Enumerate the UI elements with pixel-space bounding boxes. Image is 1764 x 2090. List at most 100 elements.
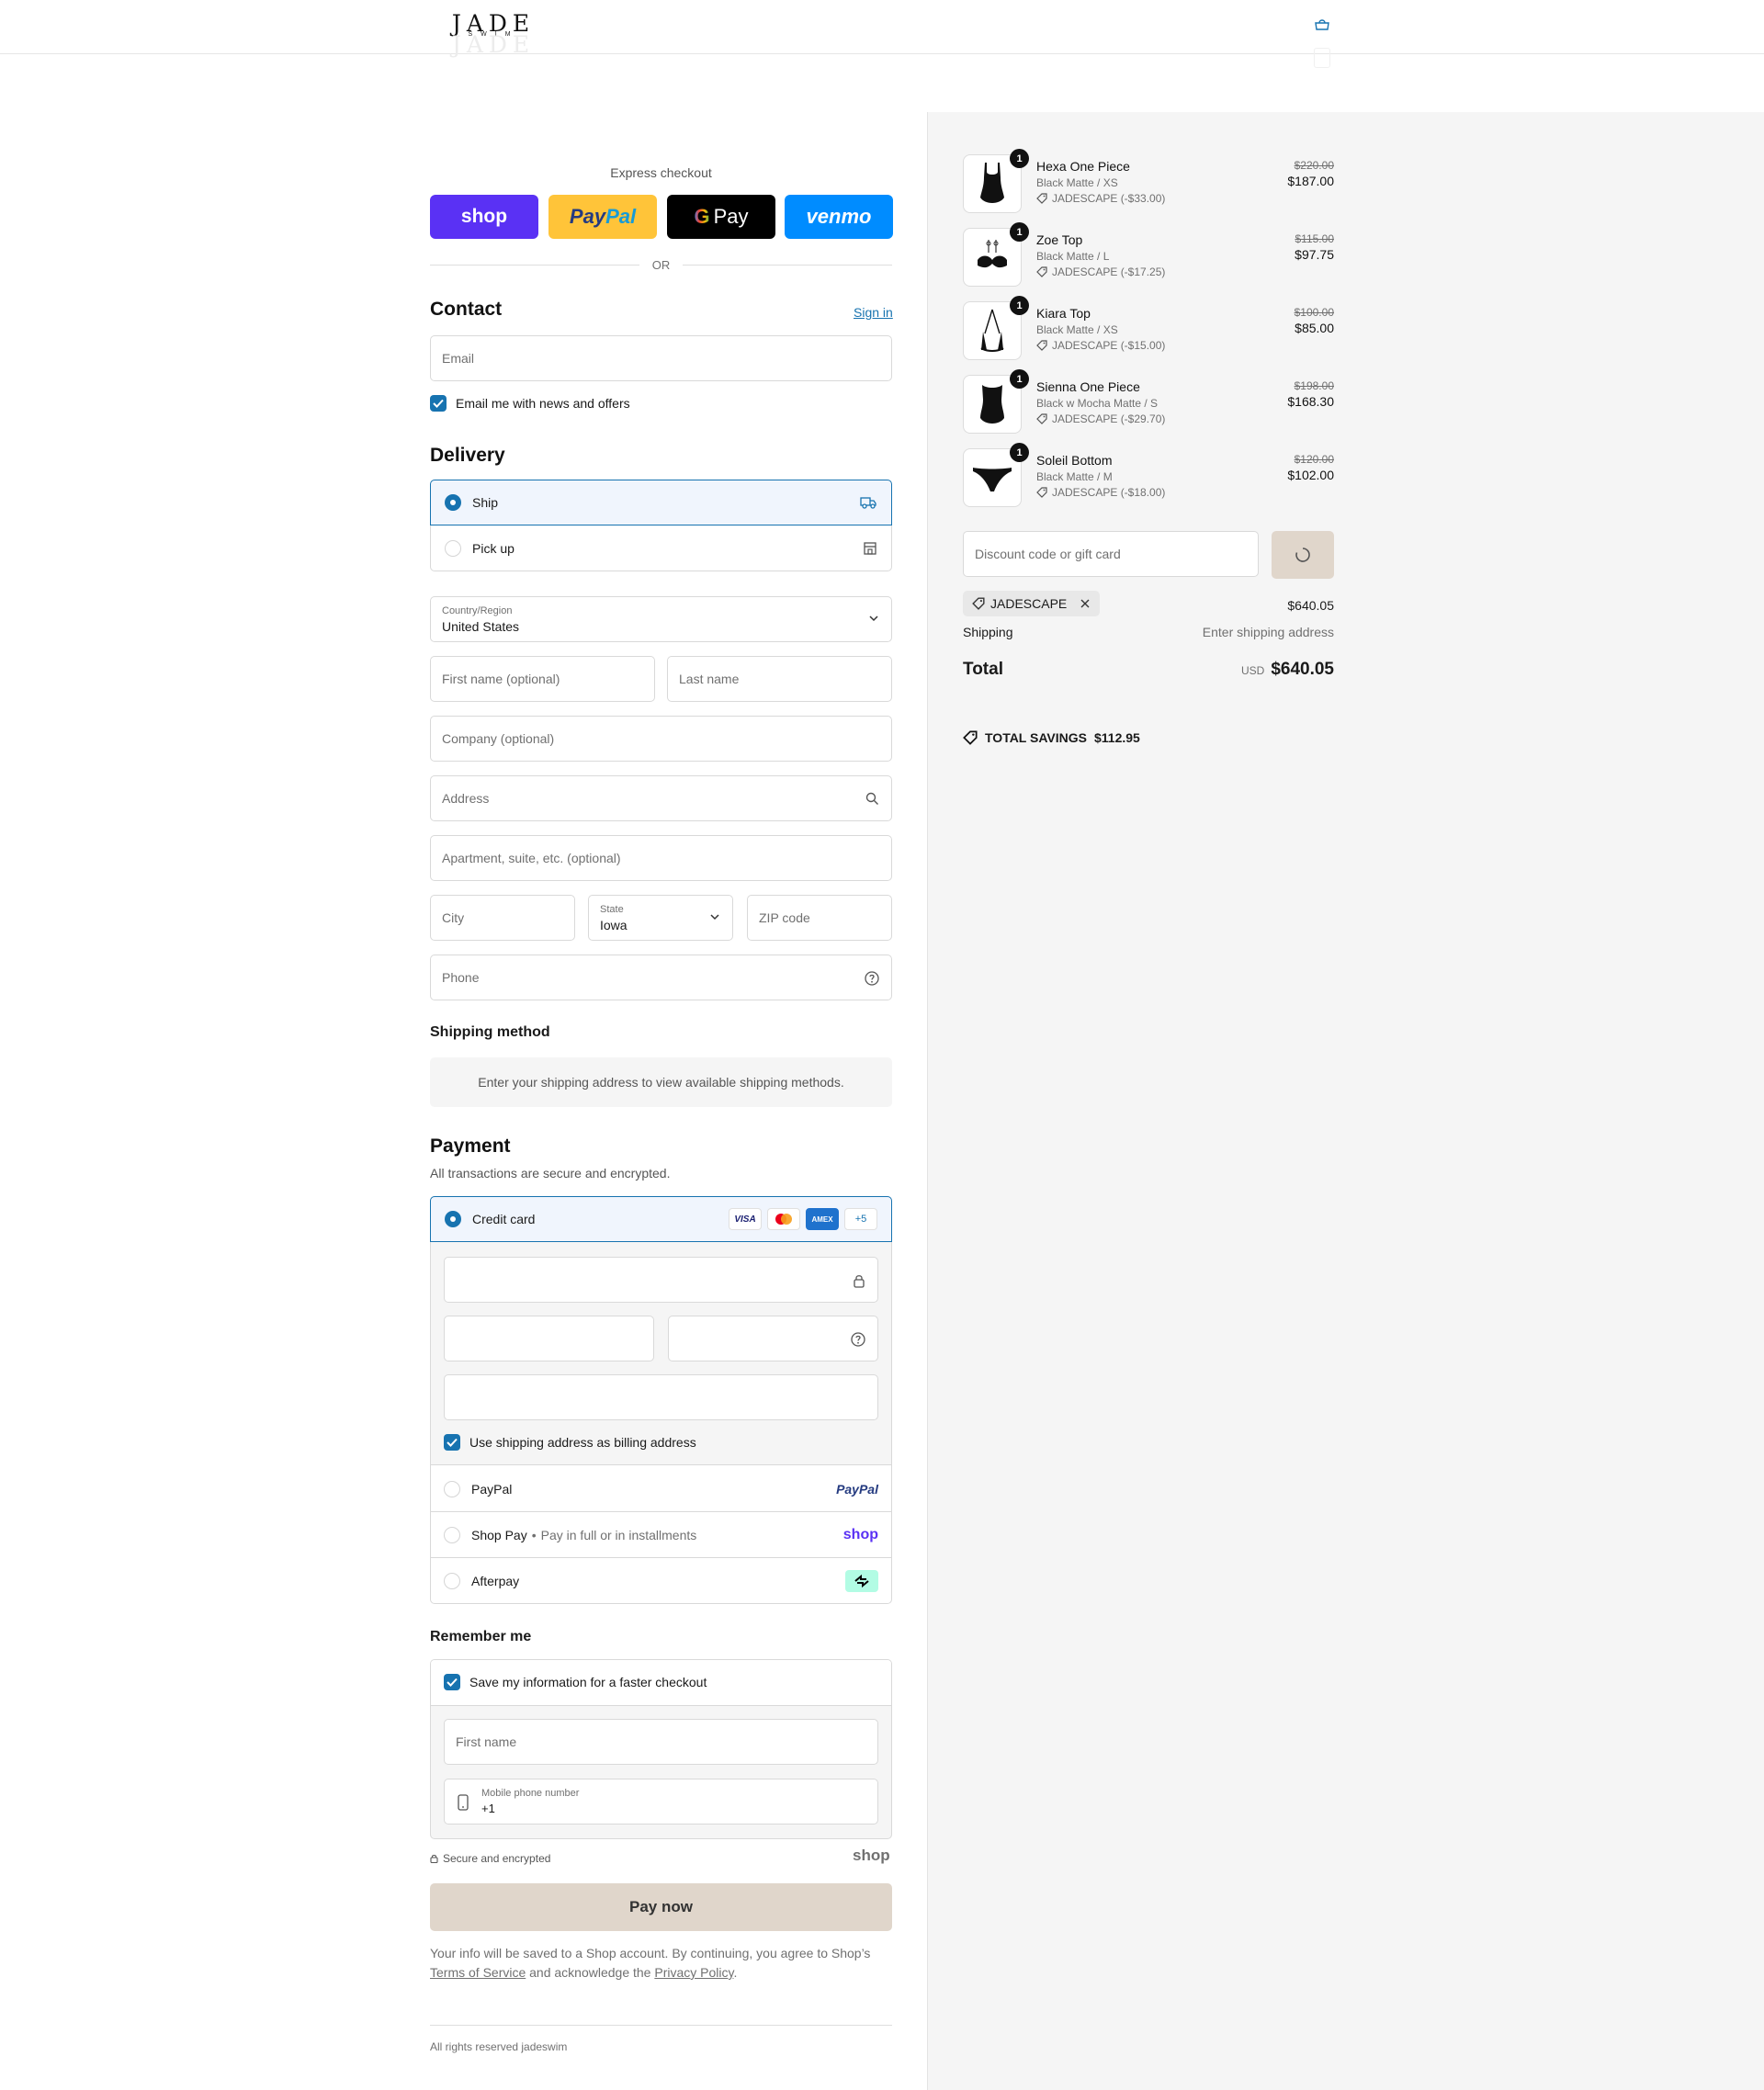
total-value: $640.05 <box>1271 660 1334 679</box>
terms-of-service-link[interactable]: Terms of Service <box>430 1965 526 1980</box>
country-value: United States <box>442 619 520 634</box>
mobile-phone-field[interactable]: Mobile phone number +1 <box>444 1779 878 1825</box>
card-name-field[interactable] <box>444 1374 878 1420</box>
tag-icon <box>1036 487 1047 498</box>
ship-option[interactable]: Ship <box>430 480 892 525</box>
quantity-badge: 1 <box>1010 149 1029 168</box>
credit-card-label: Credit card <box>472 1212 536 1226</box>
email-field[interactable]: Email <box>430 335 892 381</box>
help-circle-icon[interactable] <box>851 1332 865 1347</box>
cart-item: 1 Kiara Top Black Matte / XS JADESCAPE (… <box>963 296 1334 364</box>
state-select[interactable]: State Iowa <box>588 895 733 941</box>
google-g-icon: G <box>694 205 710 228</box>
quantity-badge: 1 <box>1010 296 1029 315</box>
paypal-label: PayPal <box>471 1481 513 1497</box>
email-placeholder: Email <box>442 351 475 366</box>
ship-label: Ship <box>472 495 499 510</box>
zip-field[interactable]: ZIP code <box>747 895 892 941</box>
savings-label: TOTAL SAVINGS <box>985 730 1087 745</box>
state-value: Iowa <box>600 918 628 932</box>
apartment-placeholder: Apartment, suite, etc. (optional) <box>442 851 621 865</box>
last-name-field[interactable]: Last name <box>667 656 892 702</box>
apartment-field[interactable]: Apartment, suite, etc. (optional) <box>430 835 892 881</box>
news-offers-row[interactable]: Email me with news and offers <box>430 395 630 412</box>
privacy-policy-link[interactable]: Privacy Policy <box>654 1965 733 1980</box>
pay-now-button[interactable]: Pay now <box>430 1883 892 1931</box>
pay-now-label: Pay now <box>629 1898 693 1915</box>
pickup-radio[interactable] <box>445 539 461 557</box>
site-header: JADE SWIM JADE <box>0 0 1764 68</box>
country-select[interactable]: Country/Region United States <box>430 596 892 642</box>
item-discount-text: JADESCAPE (-$29.70) <box>1052 412 1166 425</box>
news-checkbox[interactable] <box>430 395 447 412</box>
paypal-logo-icon: PayPal <box>569 205 637 228</box>
first-name-placeholder: First name (optional) <box>442 672 560 686</box>
paypal-express-button[interactable]: PayPal <box>548 195 657 239</box>
shipping-method-notice: Enter your shipping address to view avai… <box>430 1057 892 1107</box>
sign-in-link[interactable]: Sign in <box>854 305 893 320</box>
billing-same-row[interactable]: Use shipping address as billing address <box>444 1434 696 1451</box>
company-field[interactable]: Company (optional) <box>430 716 892 762</box>
venmo-logo-icon: venmo <box>806 205 872 228</box>
discount-code-field[interactable]: Discount code or gift card <box>963 531 1259 577</box>
phone-field[interactable]: Phone <box>430 955 892 1000</box>
shop-pay-express-button[interactable]: shop <box>430 195 538 239</box>
mobile-label: Mobile phone number <box>481 1788 580 1799</box>
secure-label: Secure and encrypted <box>443 1852 551 1865</box>
help-circle-icon[interactable] <box>865 971 879 986</box>
ship-radio[interactable] <box>445 494 461 511</box>
or-label: OR <box>651 257 671 272</box>
item-discount-text: JADESCAPE (-$15.00) <box>1052 339 1166 352</box>
quantity-badge: 1 <box>1010 222 1029 242</box>
item-name: Kiara Top <box>1036 306 1091 321</box>
item-variant: Black w Mocha Matte / S <box>1036 397 1159 410</box>
item-price: $85.00 <box>1295 321 1334 335</box>
remember-first-name-field[interactable]: First name <box>444 1719 878 1765</box>
save-info-checkbox[interactable] <box>444 1674 460 1690</box>
billing-same-checkbox[interactable] <box>444 1434 460 1451</box>
chevron-down-icon <box>710 914 719 921</box>
item-name: Soleil Bottom <box>1036 453 1113 468</box>
first-name-field[interactable]: First name (optional) <box>430 656 655 702</box>
pickup-option[interactable]: Pick up <box>430 525 892 571</box>
last-name-placeholder: Last name <box>679 672 740 686</box>
paypal-radio[interactable] <box>444 1480 460 1497</box>
item-name: Sienna One Piece <box>1036 379 1140 394</box>
item-original-price: $100.00 <box>1294 306 1334 319</box>
halter-top-icon <box>980 309 1004 352</box>
item-original-price: $198.00 <box>1294 379 1334 392</box>
apply-discount-button[interactable] <box>1272 531 1334 579</box>
shop-pay-option[interactable]: Shop Pay • Pay in full or in installment… <box>430 1512 892 1558</box>
tag-icon <box>1036 413 1047 424</box>
address-field[interactable]: Address <box>430 775 892 821</box>
afterpay-option[interactable]: Afterpay <box>430 1558 892 1604</box>
save-info-row[interactable]: Save my information for a faster checkou… <box>444 1674 707 1690</box>
mastercard-icon <box>767 1208 800 1230</box>
credit-card-radio[interactable] <box>445 1211 461 1227</box>
card-cvv-field[interactable] <box>668 1316 878 1361</box>
close-icon[interactable] <box>1080 598 1091 609</box>
paypal-logo-icon: PayPal <box>836 1481 878 1497</box>
secure-encrypted-row: Secure and encrypted <box>430 1852 550 1865</box>
address-placeholder: Address <box>442 791 490 806</box>
venmo-express-button[interactable]: venmo <box>785 195 893 239</box>
google-pay-express-button[interactable]: G Pay <box>667 195 775 239</box>
city-field[interactable]: City <box>430 895 575 941</box>
card-number-field[interactable] <box>444 1257 878 1303</box>
shop-pay-radio[interactable] <box>444 1526 460 1543</box>
shop-pay-sub: Pay in full or in installments <box>540 1527 697 1542</box>
card-expiry-field[interactable] <box>444 1316 654 1361</box>
mobile-phone-icon <box>458 1794 469 1811</box>
state-label: State <box>600 904 624 915</box>
discount-placeholder: Discount code or gift card <box>975 547 1121 561</box>
cart-item: 1 Soleil Bottom Black Matte / M JADESCAP… <box>963 443 1334 511</box>
tag-icon <box>963 730 978 745</box>
credit-card-option[interactable]: Credit card VISA AMEX +5 <box>430 1196 892 1242</box>
afterpay-radio[interactable] <box>444 1573 460 1589</box>
one-piece-swimsuit-icon <box>980 163 1004 203</box>
cart-bag-icon[interactable] <box>1314 18 1330 31</box>
paypal-option[interactable]: PayPal PayPal <box>430 1466 892 1512</box>
amex-icon: AMEX <box>806 1208 839 1230</box>
or-divider: OR <box>430 257 892 272</box>
company-placeholder: Company (optional) <box>442 731 555 746</box>
